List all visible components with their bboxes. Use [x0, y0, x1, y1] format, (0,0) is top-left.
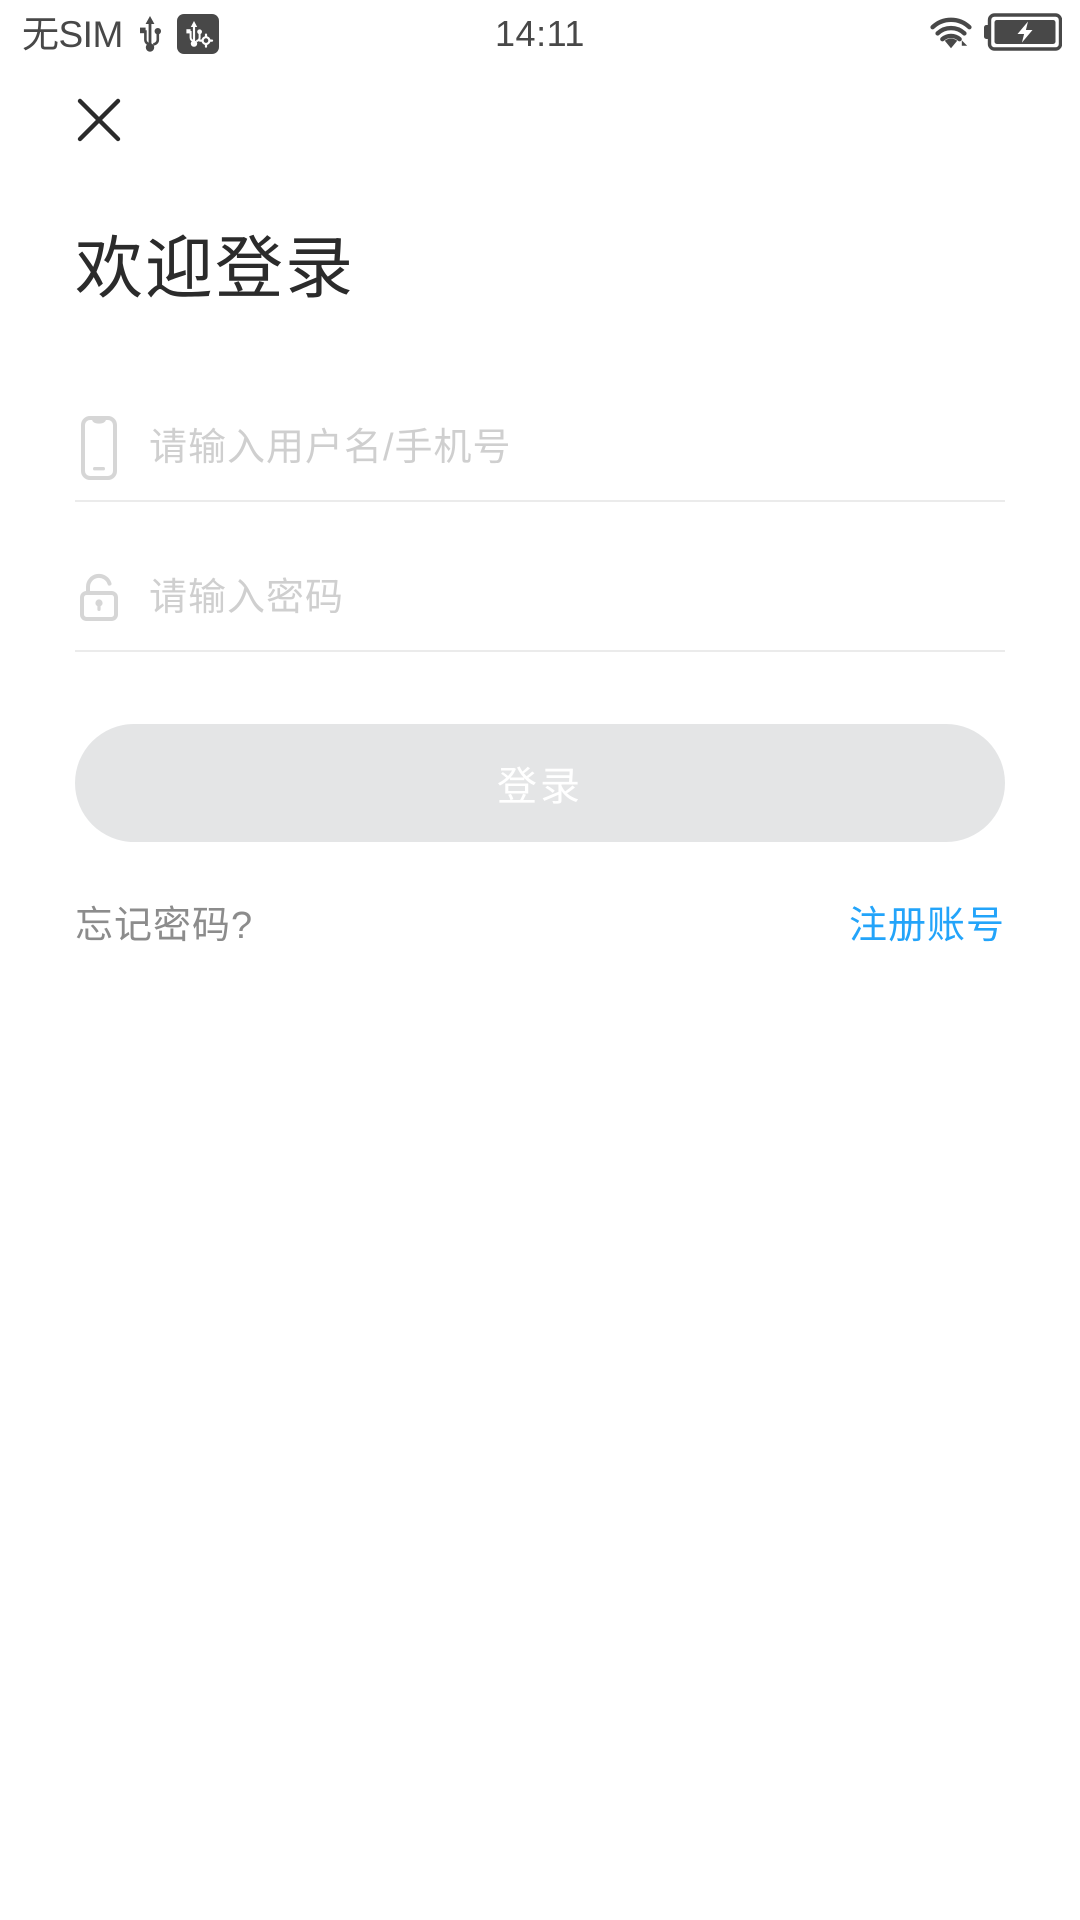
status-bar-right [928, 0, 1063, 68]
usb-icon [137, 12, 163, 57]
login-button[interactable]: 登录 [75, 724, 1005, 843]
password-field-row[interactable] [75, 546, 1005, 653]
close-button[interactable] [71, 94, 127, 150]
forgot-password-link[interactable]: 忘记密码? [75, 894, 253, 949]
phone-icon [75, 415, 149, 481]
username-input[interactable] [149, 418, 1005, 479]
top-bar [75, 76, 1005, 168]
unlock-icon [75, 565, 149, 631]
page-title: 欢迎登录 [75, 231, 356, 307]
register-account-link[interactable]: 注册账号 [849, 894, 1005, 949]
login-form: 登录 忘记密码? 注册账号 [75, 396, 1005, 949]
username-field-row[interactable] [75, 396, 1005, 503]
close-icon [73, 94, 125, 151]
clock-label: 14:11 [495, 13, 585, 54]
status-bar: 无SIM 14:11 [0, 0, 1080, 68]
carrier-label: 无SIM [22, 13, 123, 55]
password-input[interactable] [149, 568, 1005, 629]
wifi-icon [928, 14, 974, 55]
status-bar-left: 无SIM [22, 0, 219, 68]
battery-charging-icon [984, 12, 1063, 56]
login-page: 欢迎登录 登录 [0, 76, 1080, 949]
usb-debugging-icon [176, 14, 219, 54]
links-row: 忘记密码? 注册账号 [75, 894, 1005, 949]
